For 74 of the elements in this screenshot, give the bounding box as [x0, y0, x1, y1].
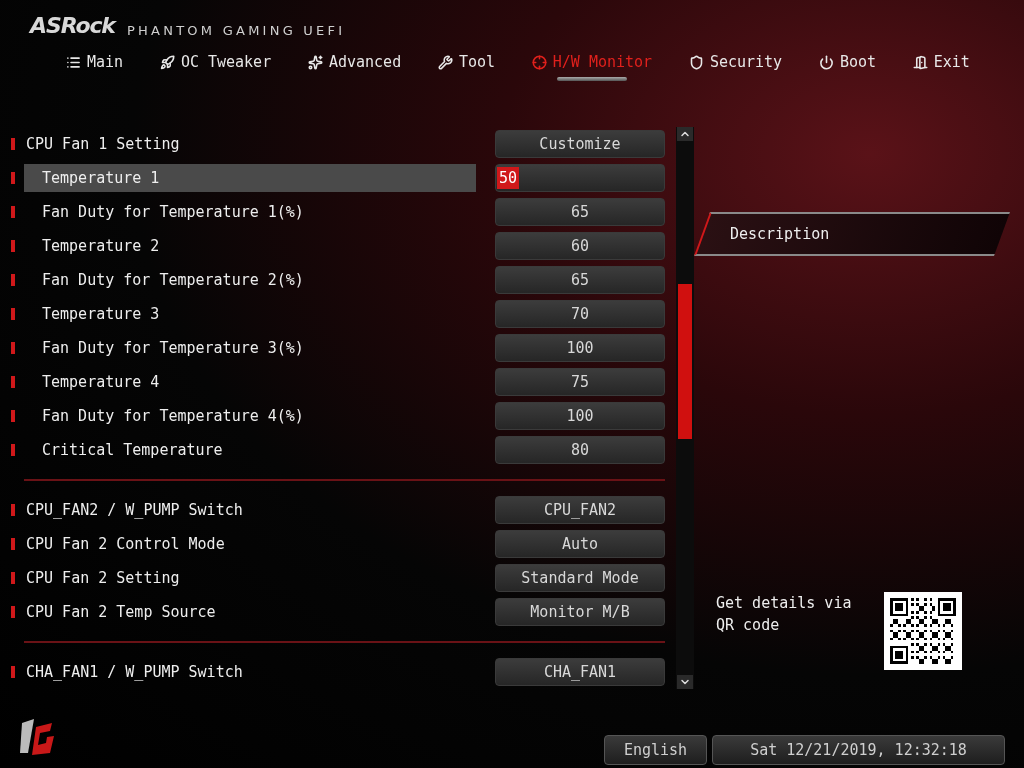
brand-logo: ASRock	[30, 15, 115, 37]
value-field[interactable]: 100	[495, 402, 665, 430]
menu-tab[interactable]: Exit	[908, 50, 974, 74]
row-marker	[11, 206, 15, 218]
value-field[interactable]: 65	[495, 266, 665, 294]
row-marker	[11, 172, 15, 184]
setting-label[interactable]: CPU Fan 2 Control Mode	[24, 530, 476, 558]
edit-value: 50	[497, 166, 520, 190]
menu-tab[interactable]: Tool	[433, 50, 500, 74]
row-marker	[11, 444, 15, 456]
value-field[interactable]: Standard Mode	[495, 564, 665, 592]
setting-label[interactable]: CPU Fan 1 Setting	[24, 130, 476, 158]
setting-label[interactable]: Fan Duty for Temperature 4(%)	[24, 402, 476, 430]
setting-label[interactable]: CHA_FAN1 / W_PUMP Switch	[24, 658, 476, 686]
row-marker	[11, 410, 15, 422]
value-field[interactable]: 80	[495, 436, 665, 464]
row-marker	[11, 138, 15, 150]
menu-tab[interactable]: OC Tweaker	[155, 50, 276, 74]
value-field[interactable]: 75	[495, 368, 665, 396]
qr-code-icon	[884, 592, 962, 670]
menu-tab[interactable]: Advanced	[303, 50, 406, 74]
date-time-display: Sat 12/21/2019, 12:32:18	[712, 735, 1005, 765]
crosshair-icon	[531, 54, 547, 70]
door-icon	[912, 54, 928, 70]
setting-label[interactable]: CPU_FAN2 / W_PUMP Switch	[24, 496, 476, 524]
qr-hint-text: Get details via QR code	[716, 593, 853, 636]
language-button[interactable]: English	[604, 735, 707, 765]
value-field[interactable]: 60	[495, 232, 665, 260]
power-icon	[818, 54, 834, 70]
scroll-up-button[interactable]	[677, 127, 693, 141]
setting-label[interactable]: Fan Duty for Temperature 1(%)	[24, 198, 476, 226]
product-title: PHANTOM GAMING UEFI	[126, 24, 346, 37]
menu-tab[interactable]: Security	[684, 50, 787, 74]
setting-label[interactable]: Fan Duty for Temperature 2(%)	[24, 266, 476, 294]
value-field[interactable]: Auto	[495, 530, 665, 558]
setting-label[interactable]: Temperature 1	[24, 164, 476, 192]
row-marker	[11, 342, 15, 354]
setting-label[interactable]: Temperature 4	[24, 368, 476, 396]
value-field[interactable]: 65	[495, 198, 665, 226]
row-marker	[11, 240, 15, 252]
list-icon	[66, 54, 81, 70]
setting-label[interactable]: Temperature 3	[24, 300, 476, 328]
row-marker	[11, 376, 15, 388]
menu-tab[interactable]: Boot	[814, 50, 881, 74]
setting-label[interactable]: CPU Fan 2 Setting	[24, 564, 476, 592]
value-field[interactable]: 100	[495, 334, 665, 362]
value-field[interactable]: 50	[495, 164, 665, 192]
scrollbar[interactable]	[676, 127, 694, 689]
menu-tab[interactable]: H/W Monitor	[527, 50, 657, 74]
row-marker	[11, 274, 15, 286]
star-icon	[307, 54, 323, 70]
setting-label[interactable]: Critical Temperature	[24, 436, 476, 464]
value-field[interactable]: Monitor M/B	[495, 598, 665, 626]
description-header: Description	[694, 212, 1010, 256]
value-field[interactable]: CPU_FAN2	[495, 496, 665, 524]
row-marker	[11, 538, 15, 550]
row-marker	[11, 504, 15, 516]
value-field[interactable]: 70	[495, 300, 665, 328]
scroll-thumb[interactable]	[678, 284, 692, 439]
scroll-down-button[interactable]	[677, 675, 693, 689]
setting-label[interactable]: Temperature 2	[24, 232, 476, 260]
rocket-icon	[159, 54, 175, 70]
row-marker	[11, 606, 15, 618]
row-marker	[11, 572, 15, 584]
row-marker	[11, 308, 15, 320]
shield-icon	[688, 54, 704, 70]
value-field[interactable]: CHA_FAN1	[495, 658, 665, 686]
setting-label[interactable]: Fan Duty for Temperature 3(%)	[24, 334, 476, 362]
value-field[interactable]: Customize	[495, 130, 665, 158]
setting-label[interactable]: CPU Fan 2 Temp Source	[24, 598, 476, 626]
wrench-icon	[437, 54, 453, 70]
menu-tab[interactable]: Main	[62, 50, 128, 74]
row-marker	[11, 666, 15, 678]
active-tab-indicator	[557, 76, 627, 81]
